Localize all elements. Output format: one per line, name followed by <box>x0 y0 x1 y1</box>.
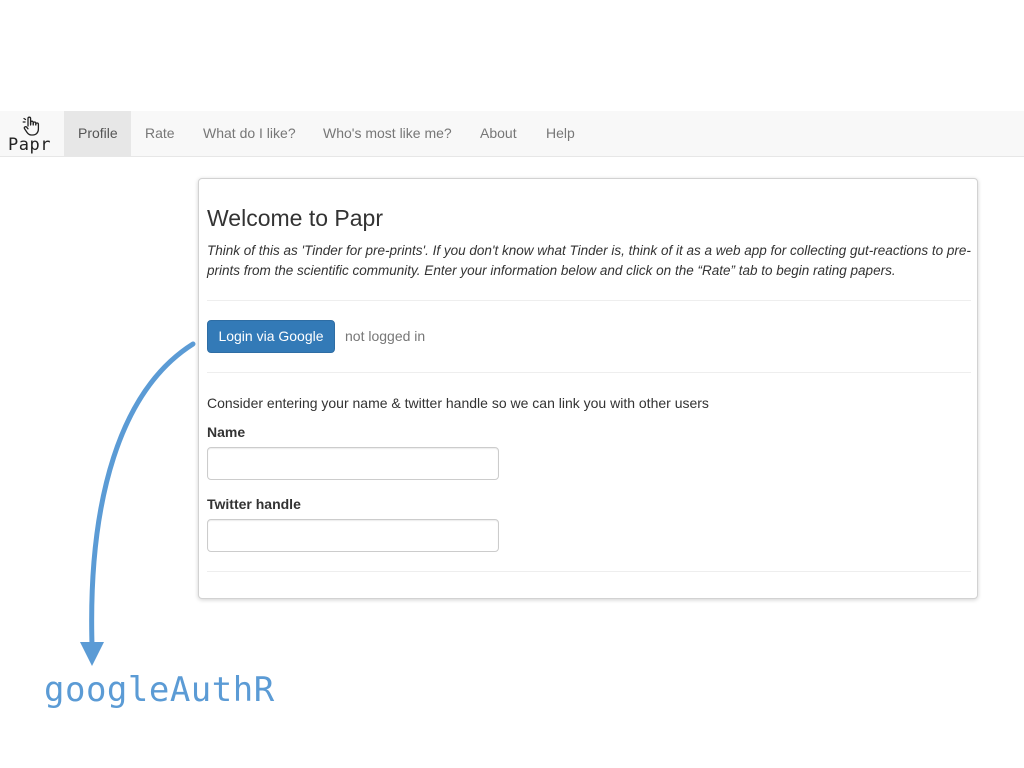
divider <box>207 571 971 572</box>
annotation-label: googleAuthR <box>44 670 275 710</box>
brand-name: Papr <box>8 135 51 155</box>
tab-rate[interactable]: Rate <box>131 111 189 156</box>
brand[interactable]: Papr <box>6 114 56 156</box>
slide: Papr Profile Rate What do I like? Who's … <box>0 0 1024 768</box>
tab-profile[interactable]: Profile <box>64 111 131 156</box>
name-input[interactable] <box>207 447 499 480</box>
tab-help[interactable]: Help <box>532 111 589 156</box>
divider <box>207 372 971 373</box>
login-google-button[interactable]: Login via Google <box>207 320 335 353</box>
divider <box>207 300 971 301</box>
welcome-panel: Welcome to Papr Think of this as 'Tinder… <box>198 178 978 599</box>
tab-what-do-i-like[interactable]: What do I like? <box>189 111 310 156</box>
twitter-input[interactable] <box>207 519 499 552</box>
name-label: Name <box>207 424 246 440</box>
navbar: Papr Profile Rate What do I like? Who's … <box>0 111 1024 157</box>
tab-about[interactable]: About <box>466 111 531 156</box>
page-title: Welcome to Papr <box>207 205 383 231</box>
twitter-label: Twitter handle <box>207 496 301 512</box>
tab-whos-most-like-me[interactable]: Who's most like me? <box>309 111 466 156</box>
intro-text: Think of this as 'Tinder for pre-prints'… <box>207 243 971 278</box>
consider-text: Consider entering your name & twitter ha… <box>207 395 709 411</box>
login-status: not logged in <box>345 328 426 344</box>
